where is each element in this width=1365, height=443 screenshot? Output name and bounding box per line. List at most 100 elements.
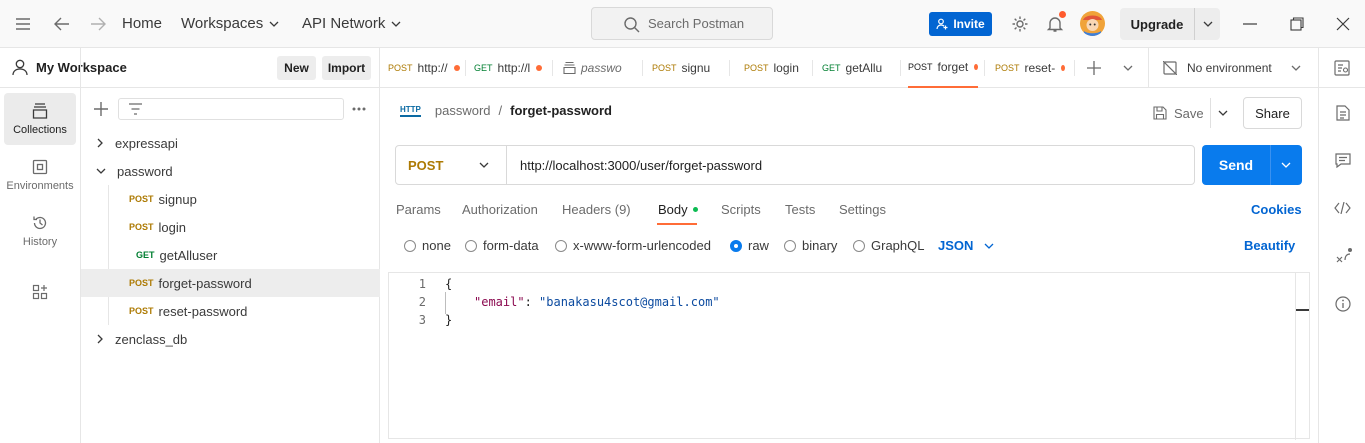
more-options-icon[interactable] (352, 107, 366, 111)
method-badge: GET (822, 63, 841, 73)
comments-icon[interactable] (1335, 153, 1351, 168)
send-button[interactable]: Send (1202, 145, 1302, 185)
tab-body[interactable]: Body (658, 202, 698, 217)
cookies-link[interactable]: Cookies (1251, 202, 1302, 217)
save-button[interactable]: Save (1153, 100, 1204, 126)
minimize-icon[interactable] (1238, 12, 1262, 36)
save-options-chevron-icon[interactable] (1218, 110, 1228, 116)
add-collection-icon[interactable] (94, 102, 108, 116)
tab-request-forget-password[interactable]: POST forget (908, 48, 978, 88)
filter-input[interactable] (118, 98, 344, 120)
history-icon (33, 216, 47, 229)
request-tabs: POST http:// GET http://l passwo POST si… (380, 48, 1365, 88)
tabs-overflow-chevron-icon[interactable] (1123, 65, 1133, 71)
tab-request[interactable]: GET http://l (474, 48, 546, 88)
tree-request-reset-password[interactable]: POST reset-password (81, 297, 380, 325)
active-tab-indicator (657, 223, 697, 225)
info-icon[interactable] (1335, 296, 1351, 312)
documentation-icon[interactable] (1336, 105, 1350, 121)
upgrade-button[interactable]: Upgrade (1120, 8, 1220, 40)
url-bar: POST http://localhost:3000/user/forget-p… (395, 145, 1195, 185)
radio-binary[interactable]: binary (784, 238, 837, 253)
import-button[interactable]: Import (322, 56, 371, 80)
environment-selector[interactable]: No environment (1163, 48, 1321, 88)
radio-none[interactable]: none (404, 238, 451, 253)
url-input[interactable]: http://localhost:3000/user/forget-passwo… (507, 158, 762, 173)
save-divider (1210, 98, 1211, 128)
tab-label: passwo (581, 61, 622, 75)
radio-label: form-data (483, 238, 539, 253)
back-arrow-icon[interactable] (50, 12, 74, 36)
minimap-indicator[interactable] (1296, 309, 1309, 311)
tab-scripts[interactable]: Scripts (721, 202, 761, 217)
new-tab-plus-icon[interactable] (1087, 61, 1101, 75)
tab-collection-password[interactable]: passwo (563, 48, 641, 88)
method-select[interactable]: POST (396, 146, 507, 184)
tree-request-forget-password[interactable]: POST forget-password (81, 269, 380, 297)
tab-authorization[interactable]: Authorization (462, 202, 538, 217)
radio-circle (853, 239, 865, 252)
search-icon (624, 17, 640, 33)
tree-item-password[interactable]: password (81, 157, 380, 185)
tab-settings[interactable]: Settings (839, 202, 886, 217)
tree-item-expressapi[interactable]: expressapi (81, 129, 380, 157)
restore-window-icon[interactable] (1285, 12, 1309, 36)
environments-icon (32, 159, 48, 174)
tree-item-label: expressapi (115, 135, 178, 151)
tab-params[interactable]: Params (396, 202, 441, 217)
workspaces-menu[interactable]: Workspaces (181, 15, 279, 32)
settings-gear-icon[interactable] (1008, 12, 1032, 36)
forward-arrow-icon[interactable] (86, 12, 110, 36)
breadcrumb-current[interactable]: forget-password (510, 103, 612, 118)
tree-request-login[interactable]: POST login (81, 213, 380, 241)
tab-headers[interactable]: Headers (9) (562, 202, 631, 217)
menu-icon[interactable] (11, 12, 35, 36)
code-snippet-icon[interactable] (1334, 202, 1351, 214)
avatar[interactable] (1080, 11, 1105, 36)
chevron-down-icon (1291, 65, 1301, 71)
tree-item-zenclass-db[interactable]: zenclass_db (81, 325, 380, 353)
radio-graphql[interactable]: GraphQL (853, 238, 924, 253)
environment-quick-look-icon[interactable] (1334, 60, 1350, 76)
close-window-icon[interactable] (1331, 12, 1355, 36)
share-button[interactable]: Share (1243, 97, 1302, 129)
sidebar-item-history[interactable]: History (4, 205, 76, 257)
sidebar-nav: Collections Environments History (0, 48, 81, 443)
radio-circle (465, 239, 477, 252)
unsaved-dot (974, 64, 978, 70)
sidebar-item-label: Collections (13, 123, 67, 136)
beautify-link[interactable]: Beautify (1244, 238, 1295, 253)
format-select[interactable]: JSON (938, 238, 994, 253)
tab-request-reset-password[interactable]: POST reset- (995, 48, 1065, 88)
collections-icon (32, 102, 48, 119)
radio-raw[interactable]: raw (730, 238, 769, 253)
search-input[interactable]: Search Postman (591, 7, 773, 40)
collections-panel: expressapi password POST signup POST log… (81, 88, 380, 443)
breadcrumb-parent[interactable]: password (435, 103, 491, 118)
tree-item-label: zenclass_db (115, 331, 188, 347)
send-options-chevron-icon[interactable] (1281, 162, 1291, 168)
radio-form-data[interactable]: form-data (465, 238, 539, 253)
api-network-menu[interactable]: API Network (302, 15, 401, 32)
tab-request-signup[interactable]: POST signu (652, 48, 718, 88)
tab-request-login[interactable]: POST login (744, 48, 810, 88)
invite-button[interactable]: Invite (929, 12, 992, 36)
tab-tests[interactable]: Tests (785, 202, 815, 217)
method-label: POST (408, 157, 444, 173)
tree-item-label: signup (158, 191, 197, 207)
tab-request[interactable]: POST http:// (388, 48, 460, 88)
chevron-down-icon[interactable] (1203, 21, 1213, 27)
tree-request-signup[interactable]: POST signup (81, 185, 380, 213)
radio-urlencoded[interactable]: x-www-form-urlencoded (555, 238, 711, 253)
sidebar-item-apps[interactable] (4, 266, 76, 318)
notifications-bell-icon[interactable] (1043, 11, 1067, 36)
tab-request-getalluser[interactable]: GET getAllu (822, 48, 892, 88)
tree-request-getalluser[interactable]: GET getAlluser (81, 241, 380, 269)
env-divider (1148, 48, 1149, 88)
sidebar-item-collections[interactable]: Collections (4, 93, 76, 145)
home-link[interactable]: Home (122, 15, 162, 32)
new-button[interactable]: New (277, 56, 316, 80)
related-collections-icon[interactable] (1335, 248, 1353, 265)
sidebar-item-environments[interactable]: Environments (4, 149, 76, 201)
upgrade-label: Upgrade (1130, 16, 1184, 32)
